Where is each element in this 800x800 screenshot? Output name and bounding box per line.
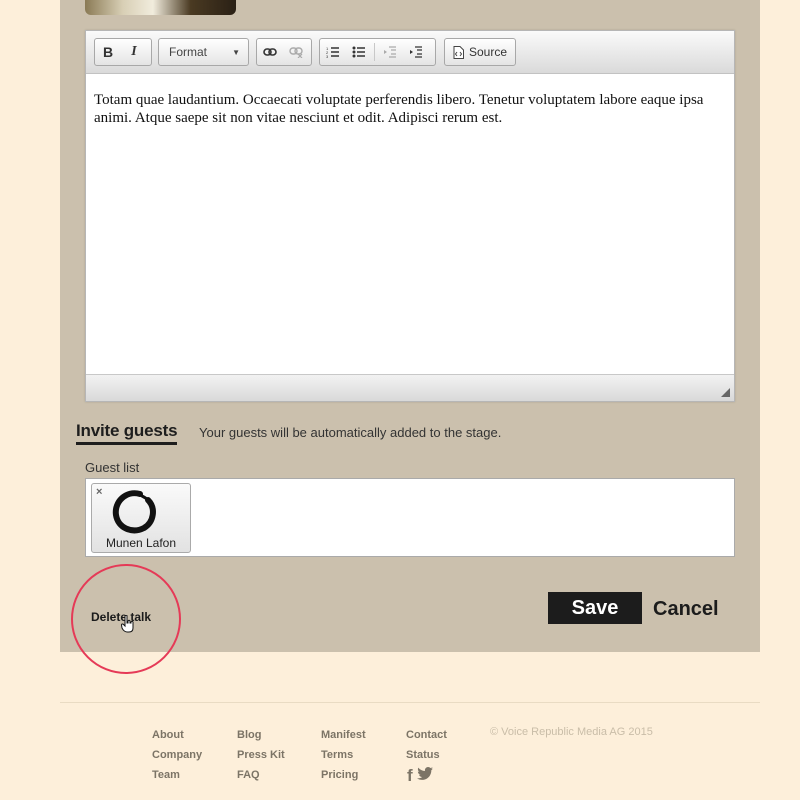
format-label: Format <box>169 45 208 59</box>
footer-link-manifest[interactable]: Manifest <box>321 725 366 745</box>
footer-column-3: Manifest Terms Pricing <box>321 725 366 785</box>
cancel-button[interactable]: Cancel <box>653 598 719 621</box>
outdent-icon[interactable] <box>377 39 403 65</box>
save-button[interactable]: Save <box>548 592 642 624</box>
footer-column-4: Contact Status <box>406 725 447 765</box>
twitter-icon[interactable] <box>416 767 433 785</box>
footer-link-blog[interactable]: Blog <box>237 725 285 745</box>
guest-name: Munen Lafon <box>105 536 177 550</box>
footer-column-1: About Company Team <box>152 725 202 785</box>
footer-link-terms[interactable]: Terms <box>321 745 366 765</box>
source-label: Source <box>469 45 508 59</box>
format-dropdown[interactable]: Format ▼ <box>158 38 249 66</box>
footer-divider <box>60 702 760 703</box>
remove-guest-icon[interactable]: × <box>96 486 102 498</box>
social-links: f <box>407 766 433 786</box>
footer-column-2: Blog Press Kit FAQ <box>237 725 285 785</box>
unlink-icon[interactable] <box>283 39 309 65</box>
footer-link-faq[interactable]: FAQ <box>237 765 285 785</box>
hand-cursor-icon <box>121 615 134 633</box>
footer-link-about[interactable]: About <box>152 725 202 745</box>
footer-link-team[interactable]: Team <box>152 765 202 785</box>
footer-link-pricing[interactable]: Pricing <box>321 765 366 785</box>
copyright-text: © Voice Republic Media AG 2015 <box>490 726 653 738</box>
avatar <box>112 490 156 534</box>
italic-icon[interactable]: I <box>121 39 147 65</box>
text-style-group: B I <box>94 38 152 66</box>
toolbar-separator <box>374 43 375 61</box>
indent-icon[interactable] <box>403 39 429 65</box>
bold-icon[interactable]: B <box>95 39 121 65</box>
editor-statusbar <box>86 374 734 401</box>
source-icon <box>453 45 464 59</box>
footer-link-company[interactable]: Company <box>152 745 202 765</box>
guest-list-label: Guest list <box>85 460 140 475</box>
footer-link-contact[interactable]: Contact <box>406 725 447 745</box>
list-group: 123 <box>319 38 436 66</box>
invite-guests-note: Your guests will be automatically added … <box>199 425 502 440</box>
source-button[interactable]: Source <box>444 38 516 66</box>
invite-guests-heading: Invite guests <box>76 421 178 445</box>
svg-text:3: 3 <box>326 54 329 58</box>
numbered-list-icon[interactable]: 123 <box>320 39 346 65</box>
dropdown-arrow-icon: ▼ <box>232 47 240 57</box>
guest-list-input[interactable]: × Munen Lafon <box>85 478 735 557</box>
editor-toolbar: B I Format ▼ 123 Source <box>86 31 734 74</box>
link-group <box>256 38 312 66</box>
footer-link-status[interactable]: Status <box>406 745 447 765</box>
guest-card: × Munen Lafon <box>91 483 191 553</box>
editor-content[interactable]: Totam quae laudantium. Occaecati volupta… <box>94 91 720 127</box>
footer-link-press-kit[interactable]: Press Kit <box>237 745 285 765</box>
facebook-icon[interactable]: f <box>407 766 413 786</box>
resize-handle-icon[interactable] <box>721 388 730 397</box>
rich-text-editor: B I Format ▼ 123 Source Totam quae lauda… <box>85 30 735 402</box>
bulleted-list-icon[interactable] <box>346 39 372 65</box>
link-icon[interactable] <box>257 39 283 65</box>
talk-image-thumbnail <box>85 0 236 15</box>
